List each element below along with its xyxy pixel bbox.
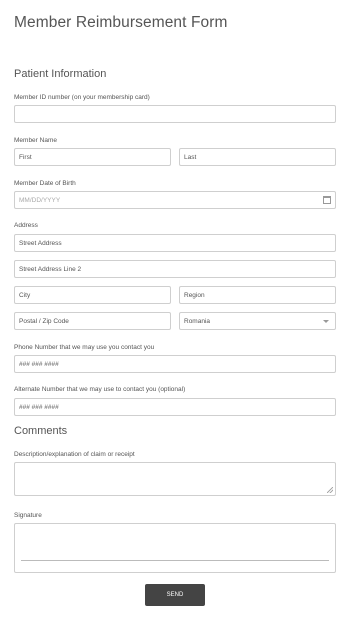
phone-input[interactable]: ### ### #### [14, 355, 336, 373]
dob-placeholder: MM/DD/YYYY [19, 196, 61, 204]
description-label: Description/explanation of claim or rece… [14, 451, 135, 458]
postal-code-input[interactable]: Postal / Zip Code [14, 312, 171, 330]
alt-phone-input[interactable]: ### ### #### [14, 398, 336, 416]
chevron-down-icon [323, 320, 329, 323]
region-input[interactable]: Region [179, 286, 336, 304]
signature-line [21, 560, 329, 561]
resize-handle-icon[interactable] [327, 487, 333, 493]
last-name-input[interactable]: Last [179, 148, 336, 166]
alt-phone-label: Alternate Number that we may use to cont… [14, 386, 186, 393]
city-input[interactable]: City [14, 286, 171, 304]
dob-label: Member Date of Birth [14, 180, 76, 187]
description-textarea[interactable] [14, 462, 336, 496]
member-id-label: Member ID number (on your membership car… [14, 94, 150, 101]
member-id-input[interactable] [14, 105, 336, 123]
calendar-icon[interactable] [323, 196, 331, 204]
signature-pad[interactable] [14, 523, 336, 573]
section-heading-patient: Patient Information [14, 68, 107, 80]
send-button[interactable]: SEND [145, 584, 205, 606]
country-value: Romania [184, 317, 211, 325]
form-title: Member Reimbursement Form [14, 14, 228, 31]
section-heading-comments: Comments [14, 425, 68, 437]
signature-label: Signature [14, 512, 42, 519]
address-label: Address [14, 222, 38, 229]
member-name-label: Member Name [14, 137, 57, 144]
dob-input[interactable]: MM/DD/YYYY [14, 191, 336, 209]
country-select[interactable]: Romania [179, 312, 336, 330]
phone-label: Phone Number that we may use you contact… [14, 344, 155, 351]
first-name-input[interactable]: First [14, 148, 171, 166]
street-address-line2-input[interactable]: Street Address Line 2 [14, 260, 336, 278]
street-address-input[interactable]: Street Address [14, 234, 336, 252]
